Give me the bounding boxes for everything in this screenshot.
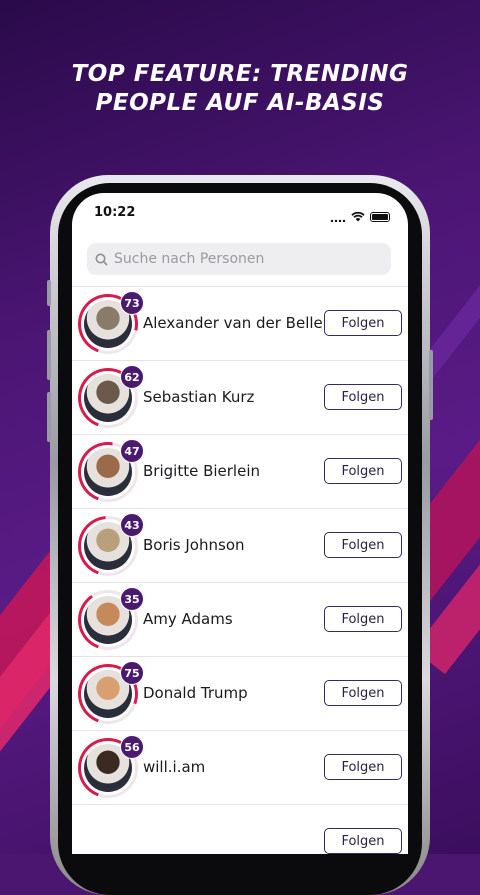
list-item[interactable]: 75 Donald Trump Folgen (72, 656, 408, 730)
person-name[interactable]: Brigitte Bierlein (143, 462, 260, 480)
follow-button[interactable]: Folgen (324, 384, 402, 410)
headline-line-2: PEOPLE AUF AI-BASIS (95, 90, 385, 116)
signal-icon (330, 207, 346, 226)
phone-side-button (47, 280, 51, 306)
score-badge: 35 (120, 587, 144, 611)
score-badge: 47 (120, 439, 144, 463)
status-time: 10:22 (94, 205, 136, 220)
follow-button[interactable]: Folgen (324, 458, 402, 484)
list-item[interactable]: 43 Boris Johnson Folgen (72, 508, 408, 582)
list-item[interactable]: 35 Amy Adams Folgen (72, 582, 408, 656)
person-name[interactable]: will.i.am (143, 758, 205, 776)
wifi-icon (351, 207, 365, 226)
status-icons (330, 207, 390, 226)
trending-people-list: 73 Alexander van der Bellen Folgen 62 Se… (72, 286, 408, 854)
list-item[interactable]: 56 will.i.am Folgen (72, 730, 408, 804)
score-badge: 73 (120, 291, 144, 315)
person-name[interactable]: Donald Trump (143, 684, 248, 702)
follow-button[interactable]: Folgen (324, 680, 402, 706)
search-input[interactable]: Suche nach Personen (87, 243, 391, 275)
person-name[interactable]: Boris Johnson (143, 536, 245, 554)
phone-side-button (47, 392, 51, 442)
follow-button[interactable]: Folgen (324, 310, 402, 336)
list-item[interactable]: 62 Sebastian Kurz Folgen (72, 360, 408, 434)
follow-button[interactable]: Folgen (324, 828, 402, 854)
score-badge: 56 (120, 735, 144, 759)
person-name[interactable]: Amy Adams (143, 610, 233, 628)
promo-headline: TOP FEATURE: TRENDING PEOPLE AUF AI-BASI… (0, 60, 480, 118)
score-badge: 62 (120, 365, 144, 389)
battery-icon (370, 211, 390, 222)
score-badge: 43 (120, 513, 144, 537)
list-item[interactable]: Folgen (72, 804, 408, 854)
search-placeholder: Suche nach Personen (114, 251, 265, 267)
person-name[interactable]: Sebastian Kurz (143, 388, 254, 406)
follow-button[interactable]: Folgen (324, 754, 402, 780)
person-name[interactable]: Alexander van der Bellen (143, 314, 332, 332)
list-item[interactable]: 47 Brigitte Bierlein Folgen (72, 434, 408, 508)
phone-side-button (429, 350, 433, 420)
search-icon (95, 253, 108, 266)
phone-side-button (47, 330, 51, 380)
headline-line-1: TOP FEATURE: TRENDING (71, 61, 409, 87)
follow-button[interactable]: Folgen (324, 532, 402, 558)
list-item[interactable]: 73 Alexander van der Bellen Folgen (72, 286, 408, 360)
app-screen: 10:22 Suche nach Personen 73 Alexander v… (72, 193, 408, 854)
score-badge: 75 (120, 661, 144, 685)
follow-button[interactable]: Folgen (324, 606, 402, 632)
